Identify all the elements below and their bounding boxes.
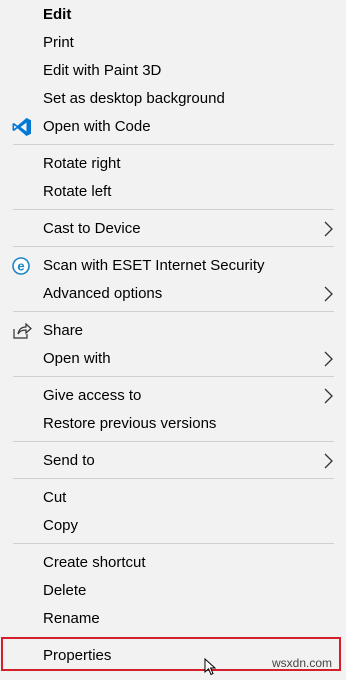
menu-item-rename[interactable]: Rename [0, 605, 346, 633]
context-menu: Edit Print Edit with Paint 3D Set as des… [0, 0, 346, 676]
menu-separator [13, 311, 334, 312]
menu-item-label: Give access to [43, 387, 142, 404]
chevron-right-icon [322, 221, 334, 237]
menu-item-label: Rotate left [43, 183, 112, 200]
menu-item-print[interactable]: Print [0, 29, 346, 57]
menu-item-open-with[interactable]: Open with [0, 345, 346, 373]
menu-item-share[interactable]: Share [0, 317, 346, 345]
menu-item-send-to[interactable]: Send to [0, 447, 346, 475]
chevron-right-icon [322, 351, 334, 367]
menu-item-copy[interactable]: Copy [0, 512, 346, 540]
menu-item-edit[interactable]: Edit [0, 1, 346, 29]
menu-item-label: Scan with ESET Internet Security [43, 257, 265, 274]
menu-item-label: Advanced options [43, 285, 163, 302]
eset-icon: e [11, 256, 33, 276]
menu-item-label: Cast to Device [43, 220, 141, 237]
menu-item-label: Open with Code [43, 118, 151, 135]
menu-item-label: Share [43, 322, 84, 339]
chevron-right-icon [322, 453, 334, 469]
chevron-right-icon [322, 286, 334, 302]
menu-item-label: Create shortcut [43, 554, 146, 571]
menu-separator [13, 246, 334, 247]
menu-item-create-shortcut[interactable]: Create shortcut [0, 549, 346, 577]
watermark: wsxdn.com [272, 656, 333, 670]
menu-item-label: Copy [43, 517, 79, 534]
menu-item-label: Open with [43, 350, 111, 367]
menu-item-label: Rotate right [43, 155, 121, 172]
menu-item-edit-with-paint-3d[interactable]: Edit with Paint 3D [0, 57, 346, 85]
menu-item-scan-with-eset[interactable]: e Scan with ESET Internet Security [0, 252, 346, 280]
menu-item-cut[interactable]: Cut [0, 484, 346, 512]
menu-item-label: Rename [43, 610, 100, 627]
menu-item-label: Properties [43, 647, 112, 664]
menu-item-restore-previous-versions[interactable]: Restore previous versions [0, 410, 346, 438]
menu-separator [13, 543, 334, 544]
menu-item-delete[interactable]: Delete [0, 577, 346, 605]
menu-item-rotate-right[interactable]: Rotate right [0, 150, 346, 178]
menu-separator [13, 441, 334, 442]
menu-item-label: Send to [43, 452, 95, 469]
menu-item-label: Edit with Paint 3D [43, 62, 162, 79]
menu-item-advanced-options[interactable]: Advanced options [0, 280, 346, 308]
menu-item-label: Cut [43, 489, 67, 506]
menu-item-label: Print [43, 34, 74, 51]
menu-item-cast-to-device[interactable]: Cast to Device [0, 215, 346, 243]
share-icon [11, 321, 33, 341]
vscode-icon [11, 117, 33, 137]
mouse-pointer-icon [204, 657, 218, 676]
svg-text:e: e [17, 259, 24, 274]
menu-item-label: Set as desktop background [43, 90, 225, 107]
menu-item-label: Edit [43, 6, 72, 23]
menu-item-open-with-code[interactable]: Open with Code [0, 113, 346, 141]
menu-item-set-as-desktop-background[interactable]: Set as desktop background [0, 85, 346, 113]
menu-separator [13, 478, 334, 479]
menu-item-rotate-left[interactable]: Rotate left [0, 178, 346, 206]
menu-item-label: Restore previous versions [43, 415, 217, 432]
chevron-right-icon [322, 388, 334, 404]
menu-item-label: Delete [43, 582, 87, 599]
menu-separator [13, 209, 334, 210]
menu-separator [13, 144, 334, 145]
menu-item-give-access-to[interactable]: Give access to [0, 382, 346, 410]
menu-separator [13, 376, 334, 377]
